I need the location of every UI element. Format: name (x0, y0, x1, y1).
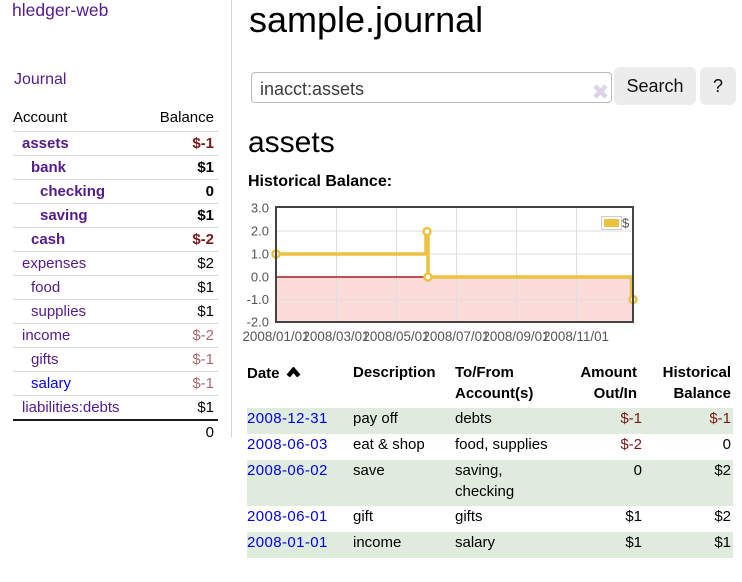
svg-text:2008/03/01: 2008/03/01 (302, 329, 369, 344)
svg-text:-1.0: -1.0 (247, 292, 269, 307)
svg-text:2.0: 2.0 (251, 224, 269, 239)
svg-text:2008/01/01: 2008/01/01 (242, 329, 309, 344)
svg-text:1.0: 1.0 (251, 247, 269, 262)
svg-text:0.0: 0.0 (251, 270, 269, 285)
svg-text:$: $ (622, 216, 630, 231)
svg-text:3.0: 3.0 (251, 201, 269, 216)
svg-text:2008/07/01: 2008/07/01 (422, 329, 489, 344)
svg-text:2008/05/01: 2008/05/01 (362, 329, 429, 344)
svg-text:2008/11/01: 2008/11/01 (543, 329, 609, 344)
svg-text:2008/09/01: 2008/09/01 (482, 329, 549, 344)
svg-text:-2.0: -2.0 (247, 315, 269, 330)
